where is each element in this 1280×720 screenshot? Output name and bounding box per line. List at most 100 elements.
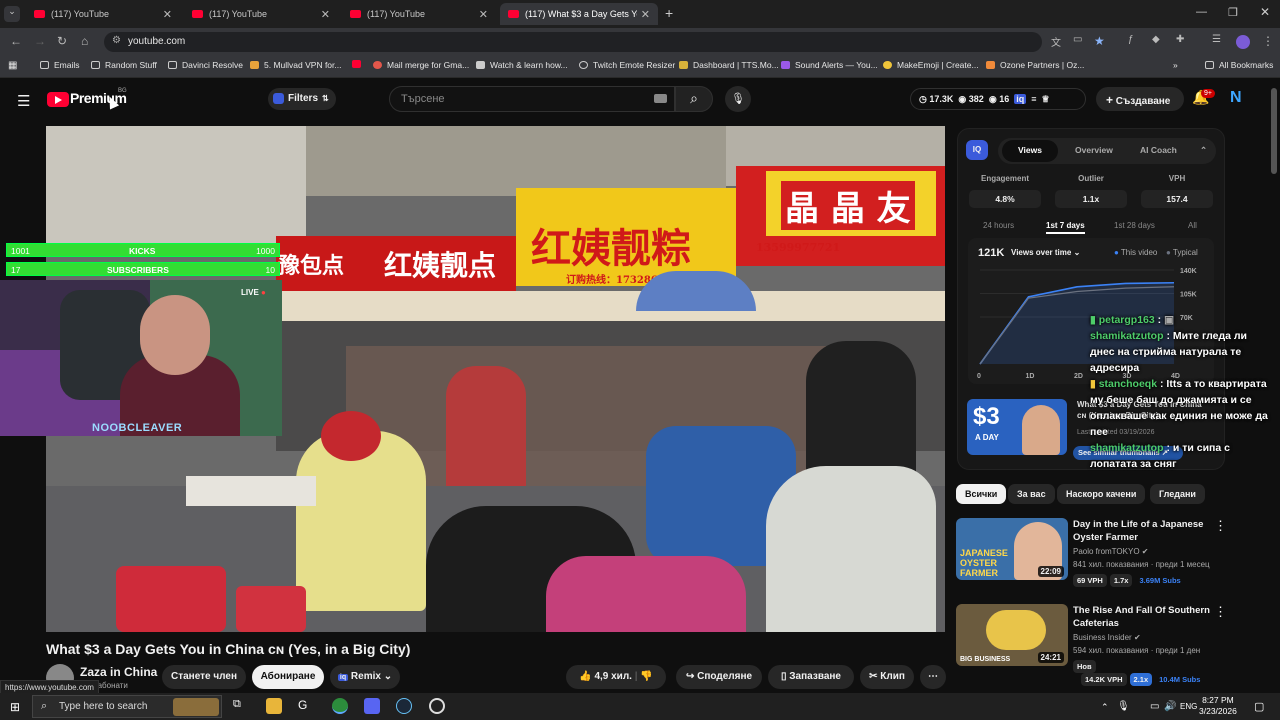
related-title[interactable]: Day in the Life of a Japanese Oyster Far…	[1073, 518, 1233, 544]
tray-network-icon[interactable]: ▭	[1150, 701, 1159, 712]
task-view-icon[interactable]: ⧉	[233, 698, 249, 714]
bookmark-folder[interactable]: Davinci Resolve	[168, 60, 243, 70]
related-thumbnail[interactable]: JAPANESE OYSTER FARMER 22:09	[956, 518, 1068, 580]
like-button[interactable]: 👍 4,9 хил. | 👎	[566, 665, 666, 689]
address-bar[interactable]: ⚙ youtube.com	[104, 32, 1042, 52]
reading-list-icon[interactable]: ☰	[1212, 34, 1221, 45]
app-icon[interactable]: G	[298, 698, 314, 714]
cast-icon[interactable]: ▭	[1073, 34, 1082, 45]
site-info-icon[interactable]: ⚙	[112, 35, 121, 46]
forward-icon[interactable]: →	[34, 34, 46, 48]
hamburger-menu-icon[interactable]: ☰	[17, 92, 30, 110]
account-avatar[interactable]: N	[1230, 89, 1250, 109]
translate-icon[interactable]: 文	[1051, 34, 1061, 49]
range-24-hours[interactable]: 24 hours	[983, 221, 1014, 230]
chip-all[interactable]: Всички	[956, 484, 1007, 504]
more-bookmarks-icon[interactable]: »	[1173, 60, 1178, 70]
apps-grid-icon[interactable]: ▦	[8, 60, 17, 71]
thumbs-down-icon[interactable]: 👎	[640, 671, 652, 682]
more-actions-button[interactable]: ⋯	[920, 665, 946, 689]
tray-chevron-icon[interactable]: ⌃	[1101, 702, 1109, 713]
filters-button[interactable]: Filters ⇅	[268, 88, 336, 110]
browser-tab[interactable]: (117) YouTube ✕	[26, 3, 180, 25]
panel-thumbnail[interactable]: $3 A DAY	[967, 399, 1067, 455]
notification-center-icon[interactable]: ▢	[1254, 700, 1264, 713]
bookmark-link[interactable]: Mail merge for Gma...	[373, 60, 469, 70]
bookmark-folder[interactable]: Random Stuff	[91, 60, 157, 70]
clip-button[interactable]: ✂ Клип	[860, 665, 914, 689]
extension-icon[interactable]: ƒ	[1128, 34, 1134, 45]
tab-ai-coach[interactable]: AI Coach	[1140, 145, 1177, 155]
range-all[interactable]: All	[1188, 221, 1197, 230]
keyboard-icon[interactable]	[654, 94, 667, 103]
all-bookmarks-folder[interactable]: All Bookmarks	[1205, 60, 1273, 70]
browser-tab[interactable]: (117) YouTube ✕	[184, 3, 338, 25]
related-thumbnail[interactable]: BIG BUSINESS 24:21	[956, 604, 1068, 666]
close-tab-icon[interactable]: ✕	[321, 8, 330, 21]
related-title[interactable]: The Rise And Fall Of Southern Cafeterias	[1073, 604, 1233, 630]
restore-window-icon[interactable]: ❐	[1228, 6, 1238, 19]
new-tab-icon[interactable]: +	[665, 5, 673, 21]
tray-language[interactable]: ENG	[1180, 702, 1197, 711]
extensions-puzzle-icon[interactable]: ✚	[1176, 34, 1184, 45]
bookmark-link[interactable]: Sound Alerts — You...	[781, 60, 878, 70]
chip-watched[interactable]: Гледани	[1150, 484, 1205, 504]
tray-mic-icon[interactable]: 🎙	[1117, 701, 1130, 712]
subscribe-button[interactable]: Абониране	[252, 665, 324, 689]
chrome-icon[interactable]	[332, 698, 348, 714]
bookmark-link[interactable]: Ozone Partners | Oz...	[986, 60, 1084, 70]
voice-search-button[interactable]: 🎙	[725, 86, 751, 112]
taskbar-search-input[interactable]: ⌕ Type here to search	[32, 695, 222, 718]
more-options-icon[interactable]: ⋮	[1214, 604, 1227, 620]
tab-search-dropdown[interactable]: ⌄	[4, 6, 20, 22]
bookmark-link[interactable]: MakeEmoji | Create...	[883, 60, 979, 70]
save-button[interactable]: ▯ Запазване	[768, 665, 854, 689]
browser-menu-icon[interactable]: ⋮	[1262, 34, 1274, 48]
range-first-28-days[interactable]: 1st 28 days	[1114, 221, 1155, 230]
chip-for-you[interactable]: За вас	[1008, 484, 1055, 504]
collapse-icon[interactable]: ⌃	[1200, 145, 1207, 156]
steam-icon[interactable]	[396, 698, 412, 714]
tab-overview[interactable]: Overview	[1075, 145, 1113, 155]
page-scrollbar[interactable]	[1271, 88, 1277, 174]
related-channel[interactable]: Business Insider ✔	[1073, 633, 1141, 642]
related-channel[interactable]: Paolo fromTOKYO ✔	[1073, 547, 1148, 556]
windows-start-icon[interactable]: ⊞	[10, 700, 20, 714]
search-input[interactable]: Търсене	[389, 86, 675, 112]
profile-avatar[interactable]	[1236, 35, 1250, 49]
browser-tab-active[interactable]: (117) What $3 a Day Gets You in China✕	[500, 3, 658, 25]
back-icon[interactable]: ←	[10, 34, 22, 48]
bookmark-star-icon[interactable]: ★	[1094, 34, 1105, 48]
bookmark-link[interactable]: Dashboard | TTS.Mo...	[679, 60, 779, 70]
chart-mode-select[interactable]: Views over time ⌄	[1011, 248, 1080, 257]
obs-icon[interactable]	[429, 698, 445, 714]
bookmark-link[interactable]	[352, 60, 366, 68]
channel-name[interactable]: Zaza in China	[80, 665, 157, 679]
join-button[interactable]: Станете член	[162, 665, 246, 689]
bookmark-link[interactable]: Watch & learn how...	[476, 60, 568, 70]
tab-views[interactable]: Views	[1018, 145, 1042, 155]
tray-clock[interactable]: 8:27 PM 3/23/2026	[1199, 695, 1237, 717]
related-video[interactable]: JAPANESE OYSTER FARMER 22:09 Day in the …	[956, 518, 1256, 598]
file-explorer-icon[interactable]	[266, 698, 282, 714]
close-tab-icon[interactable]: ✕	[641, 8, 650, 21]
bookmark-link[interactable]: 5. Mullvad VPN for...	[250, 60, 341, 70]
reload-icon[interactable]: ↻	[57, 34, 67, 48]
browser-tab[interactable]: (117) YouTube ✕	[342, 3, 496, 25]
search-button[interactable]: ⌕	[675, 86, 713, 112]
share-button[interactable]: ↪ Споделяне	[676, 665, 762, 689]
close-tab-icon[interactable]: ✕	[479, 8, 488, 21]
remix-button[interactable]: iq Remix ⌄	[330, 665, 400, 689]
bookmark-folder[interactable]: Emails	[40, 60, 80, 70]
range-first-7-days[interactable]: 1st 7 days	[1046, 221, 1085, 234]
close-tab-icon[interactable]: ✕	[163, 8, 172, 21]
chip-recently-uploaded[interactable]: Наскоро качени	[1057, 484, 1146, 504]
discord-icon[interactable]	[364, 698, 380, 714]
minimize-window-icon[interactable]: —	[1196, 6, 1207, 18]
close-window-icon[interactable]: ✕	[1260, 5, 1270, 19]
tray-volume-icon[interactable]: 🔊	[1164, 701, 1176, 712]
vidiq-stats-bar[interactable]: ◷ 17.3K ◉ 382 ◉ 16 iq ≡ ♕	[910, 88, 1086, 110]
related-video[interactable]: BIG BUSINESS 24:21 The Rise And Fall Of …	[956, 604, 1256, 686]
home-icon[interactable]: ⌂	[81, 34, 88, 48]
extension-icon[interactable]: ◆	[1152, 34, 1160, 45]
